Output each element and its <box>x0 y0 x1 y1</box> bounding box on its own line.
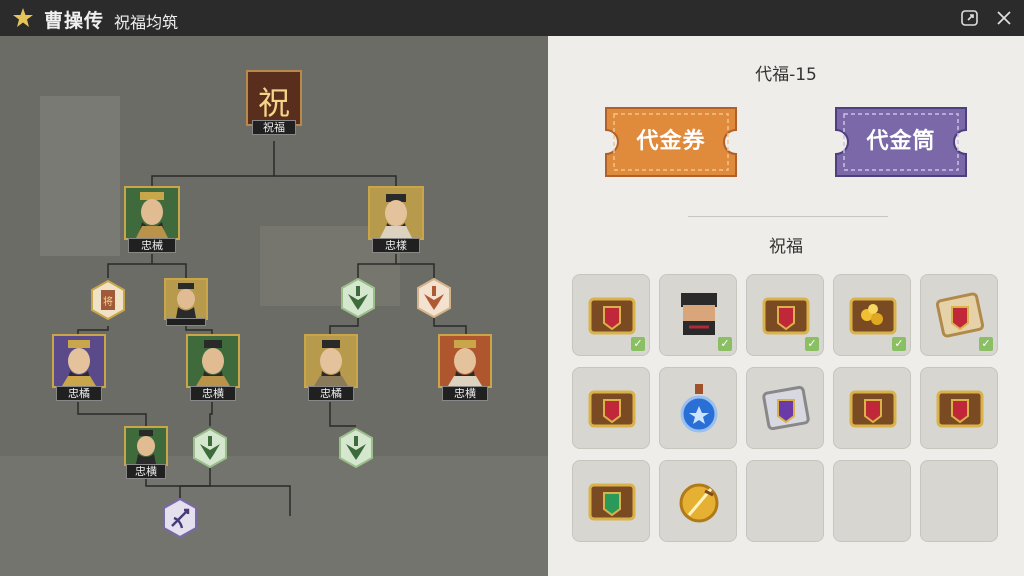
reward-slot[interactable] <box>746 367 824 449</box>
red-chest-icon <box>849 390 897 428</box>
general-portrait <box>124 426 168 466</box>
root-emblem: 祝 <box>246 70 302 126</box>
general-portrait <box>304 334 358 388</box>
general-face-icon <box>136 192 168 238</box>
banner-skill-icon[interactable]: 将 <box>90 280 126 320</box>
general-label: 忠械 <box>128 238 176 253</box>
gold-sword-icon <box>679 483 719 523</box>
export-icon[interactable] <box>960 8 980 28</box>
reward-slot[interactable]: ✓ <box>920 274 998 356</box>
general-face-icon <box>176 283 196 318</box>
general-portrait <box>438 334 492 388</box>
title-bar: 曹操传 祝福均筑 <box>0 0 1024 36</box>
reward-slot[interactable] <box>659 367 737 449</box>
check-icon: ✓ <box>892 337 906 351</box>
general-label: 忠橘 <box>308 386 354 401</box>
red-chest-icon <box>588 297 636 335</box>
blessing-tree-panel: 祝 祝福 忠械 忠樣 将 忠橘 忠横 忠橘 忠横 忠横 <box>0 36 548 576</box>
general-label: 忠横 <box>190 386 236 401</box>
general-face-icon <box>196 340 230 386</box>
general-label: 忠横 <box>442 386 488 401</box>
general-label <box>166 318 206 326</box>
general-portrait <box>368 186 424 240</box>
empty-reward-slot[interactable] <box>920 460 998 542</box>
general-portrait <box>164 278 208 320</box>
general-portrait <box>52 334 106 388</box>
reward-slot[interactable] <box>833 367 911 449</box>
general-label: 忠横 <box>126 464 166 479</box>
section-divider <box>688 216 888 217</box>
red-chest-icon <box>762 297 810 335</box>
root-glyph: 祝 <box>257 84 290 122</box>
blessing-heading: 祝福 <box>769 237 803 257</box>
voucher-tube-button[interactable]: 代金筒 <box>830 104 972 180</box>
gold-chest-icon <box>849 297 897 335</box>
purple-scroll-icon <box>762 385 810 431</box>
general-face-icon <box>62 340 96 386</box>
general-face-icon <box>314 340 348 386</box>
voucher-tube-label: 代金筒 <box>866 129 936 154</box>
eagle-skill-icon[interactable] <box>338 428 374 468</box>
check-icon: ✓ <box>805 337 819 351</box>
check-icon: ✓ <box>979 337 993 351</box>
close-icon[interactable] <box>994 8 1014 28</box>
reward-slot[interactable] <box>920 367 998 449</box>
cost-label: 代福-15 <box>755 65 817 85</box>
red-chest-icon <box>936 390 984 428</box>
general-face-icon <box>136 430 156 464</box>
general-portrait <box>186 334 240 388</box>
general-portrait <box>124 186 180 240</box>
reward-slot[interactable]: ✓ <box>833 274 911 356</box>
check-icon: ✓ <box>631 337 645 351</box>
archer-skill-icon[interactable] <box>162 498 198 538</box>
star-logo-icon <box>13 8 33 27</box>
eagle-skill-icon[interactable] <box>192 428 228 468</box>
window-subtitle: 祝福均筑 <box>114 13 179 32</box>
general-face-icon <box>380 194 412 238</box>
reward-slot[interactable]: ✓ <box>659 274 737 356</box>
general-label: 忠樣 <box>372 238 420 253</box>
check-icon: ✓ <box>718 337 732 351</box>
red-chest-icon <box>588 390 636 428</box>
scroll-chest-icon <box>935 292 985 338</box>
app-title: 曹操传 <box>44 10 105 32</box>
reward-slot[interactable] <box>659 460 737 542</box>
root-label: 祝福 <box>252 120 296 135</box>
blessing-detail-panel: 代福-15 代金券 代金筒 祝福 ✓ ✓ ✓ ✓ ✓ <box>548 36 1024 576</box>
reward-slot[interactable]: ✓ <box>572 274 650 356</box>
empty-reward-slot[interactable] <box>833 460 911 542</box>
general-face-icon <box>448 340 482 386</box>
voucher-label: 代金券 <box>636 129 706 154</box>
warrior-head-icon <box>681 293 717 335</box>
svg-text:将: 将 <box>103 296 113 308</box>
blue-potion-icon <box>680 384 718 433</box>
reward-slot[interactable] <box>572 367 650 449</box>
eagle-skill-icon[interactable] <box>340 278 376 318</box>
reward-slot[interactable] <box>572 460 650 542</box>
voucher-ticket-button[interactable]: 代金券 <box>600 104 742 180</box>
eagle-skill-icon[interactable] <box>416 278 452 318</box>
reward-slot[interactable]: ✓ <box>746 274 824 356</box>
green-chest-icon <box>588 483 636 521</box>
general-label: 忠橘 <box>56 386 102 401</box>
empty-reward-slot[interactable] <box>746 460 824 542</box>
